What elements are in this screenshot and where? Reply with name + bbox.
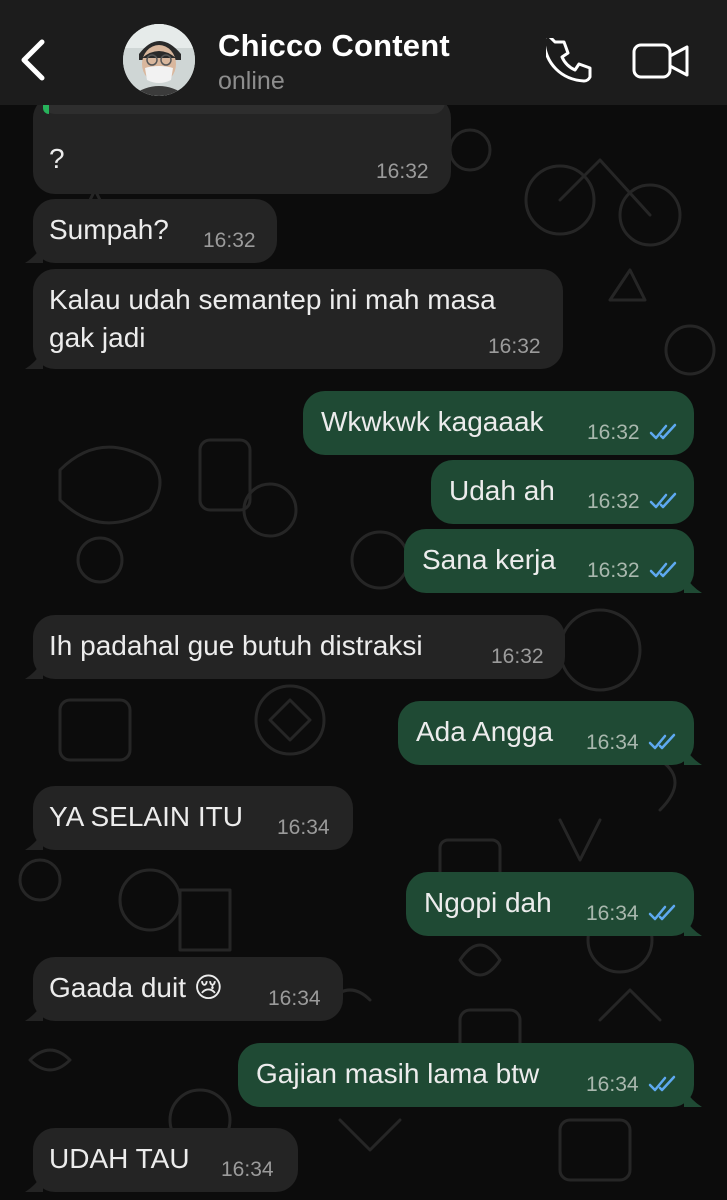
message-text: Ngopi dah bbox=[424, 887, 552, 918]
bubble-tail bbox=[684, 918, 702, 936]
message-bubble-outgoing[interactable]: Gajian masih lama btw 16:34 bbox=[238, 1043, 702, 1107]
bubble-tail bbox=[25, 661, 43, 679]
message-time: 16:34 bbox=[586, 902, 639, 925]
message-time: 16:34 bbox=[586, 1073, 639, 1096]
message-time: 16:32 bbox=[376, 160, 429, 183]
double-check-icon bbox=[649, 423, 677, 440]
message-bubble-incoming[interactable]: Sumpah? 16:32 bbox=[25, 199, 277, 263]
double-check-icon bbox=[648, 1075, 676, 1092]
message-text: Gaada duit 😢 bbox=[49, 972, 223, 1003]
message-time: 16:32 bbox=[587, 421, 640, 444]
message-text: UDAH TAU bbox=[49, 1143, 190, 1174]
message-time: 16:34 bbox=[586, 731, 639, 754]
contact-photo bbox=[123, 24, 195, 96]
message-text: Sana kerja bbox=[422, 544, 556, 575]
message-text: Ada Angga bbox=[416, 716, 554, 747]
message-bubble-incoming[interactable]: Ih padahal gue butuh distraksi 16:32 bbox=[25, 615, 565, 679]
video-call-button[interactable] bbox=[632, 41, 690, 81]
message-text: YA SELAIN ITU bbox=[49, 801, 243, 832]
message-bubble-incoming[interactable]: YA SELAIN ITU 16:34 bbox=[25, 786, 353, 850]
message-bubble-incoming[interactable]: UDAH TAU 16:34 bbox=[25, 1128, 298, 1192]
chevron-left-icon bbox=[21, 39, 45, 81]
message-bubble-incoming[interactable]: Gaada duit 😢 16:34 bbox=[25, 957, 343, 1021]
contact-name[interactable]: Chicco Content bbox=[218, 28, 450, 64]
message-time: 16:34 bbox=[221, 1158, 274, 1181]
chat-header: Chicco Content online bbox=[0, 0, 727, 105]
back-button[interactable] bbox=[14, 38, 54, 82]
voice-call-button[interactable] bbox=[542, 33, 592, 84]
message-text: Ih padahal gue butuh distraksi bbox=[49, 630, 423, 661]
message-text: Sumpah? bbox=[49, 214, 169, 245]
message-time: 16:32 bbox=[587, 559, 640, 582]
message-text: Gajian masih lama btw bbox=[256, 1058, 540, 1089]
bubble-tail bbox=[25, 832, 43, 850]
message-text: Kalau udah semantep ini mah masa gak jad… bbox=[49, 284, 496, 353]
message-time: 16:32 bbox=[491, 645, 544, 668]
message-bubble-incoming[interactable]: Kalau udah semantep ini mah masa gak jad… bbox=[25, 269, 563, 369]
bubble-tail bbox=[684, 1089, 702, 1107]
chat-screen: Chicco Content online ? 16:32 Sumpah? 16… bbox=[0, 0, 727, 1200]
double-check-icon bbox=[649, 561, 677, 578]
double-check-icon bbox=[648, 733, 676, 750]
message-time: 16:34 bbox=[268, 987, 321, 1010]
message-bubble-outgoing[interactable]: Sana kerja 16:32 bbox=[404, 529, 702, 593]
message-text: ? bbox=[49, 143, 65, 174]
double-check-icon bbox=[648, 904, 676, 921]
avatar[interactable] bbox=[123, 24, 195, 96]
bubble-tail bbox=[25, 245, 43, 263]
double-check-icon bbox=[649, 492, 677, 509]
message-time: 16:32 bbox=[587, 490, 640, 513]
message-bubble-outgoing[interactable]: Udah ah 16:32 bbox=[431, 460, 694, 524]
message-text: Udah ah bbox=[449, 475, 555, 506]
message-bubble-incoming[interactable]: ? 16:32 bbox=[33, 96, 451, 194]
bubble-tail bbox=[684, 747, 702, 765]
message-time: 16:32 bbox=[488, 335, 541, 358]
contact-status: online bbox=[218, 67, 285, 95]
message-list: ? 16:32 Sumpah? 16:32 Kalau udah semante… bbox=[0, 0, 727, 1200]
video-camera-icon bbox=[632, 43, 689, 79]
message-bubble-outgoing[interactable]: Ada Angga 16:34 bbox=[398, 701, 702, 765]
message-time: 16:34 bbox=[277, 816, 330, 839]
message-bubble-outgoing[interactable]: Wkwkwk kagaaak 16:32 bbox=[303, 391, 694, 455]
message-bubble-outgoing[interactable]: Ngopi dah 16:34 bbox=[406, 872, 702, 936]
phone-icon bbox=[542, 33, 592, 83]
message-text: Wkwkwk kagaaak bbox=[321, 406, 544, 437]
bubble-tail bbox=[25, 1003, 43, 1021]
bubble-tail bbox=[25, 1174, 43, 1192]
message-time: 16:32 bbox=[203, 229, 256, 252]
bubble-tail bbox=[25, 351, 43, 369]
bubble-tail bbox=[684, 575, 702, 593]
